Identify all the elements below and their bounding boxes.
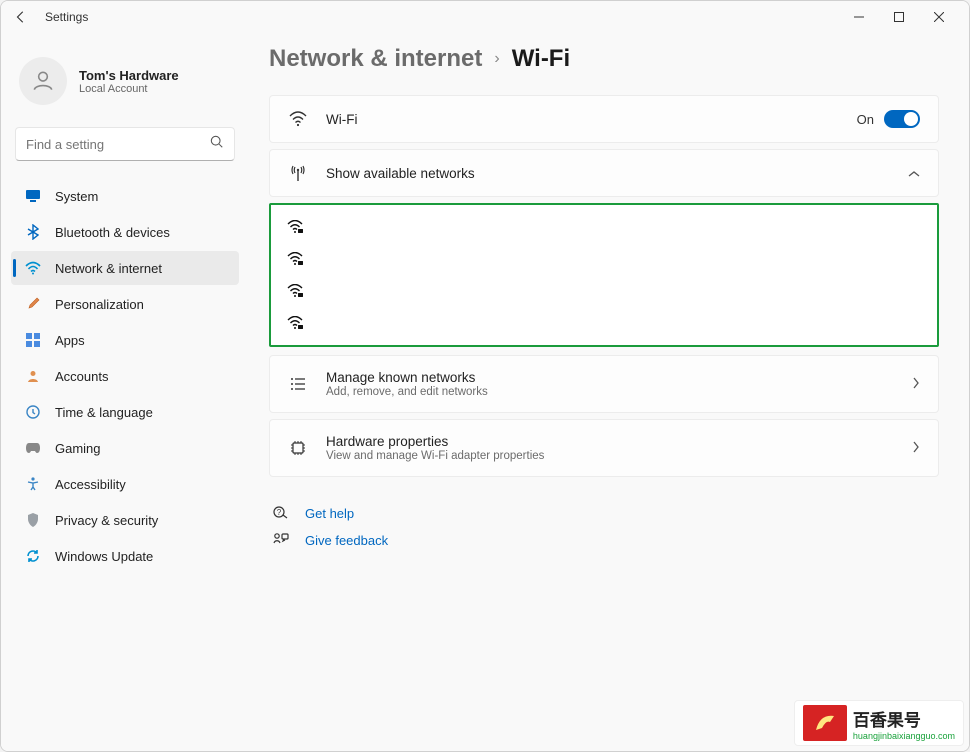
nav-label: Apps <box>55 333 85 348</box>
display-icon <box>25 188 41 204</box>
hardware-title: Hardware properties <box>326 434 894 449</box>
update-icon <box>25 548 41 564</box>
apps-icon <box>25 332 41 348</box>
watermark: 百香果号 huangjinbaixiangguo.com <box>794 700 964 746</box>
help-links: ? Get help Give feedback <box>269 505 939 549</box>
nav-label: Time & language <box>55 405 153 420</box>
network-item[interactable] <box>281 275 927 307</box>
wifi-toggle-card: Wi-Fi On <box>269 95 939 143</box>
maximize-button[interactable] <box>879 1 919 33</box>
feedback-label: Give feedback <box>305 533 388 548</box>
nav-label: Personalization <box>55 297 144 312</box>
sidebar: Tom's Hardware Local Account System Blue… <box>1 33 249 751</box>
back-button[interactable] <box>11 7 31 27</box>
feedback-link[interactable]: Give feedback <box>273 532 939 549</box>
wifi-title: Wi-Fi <box>326 112 839 127</box>
minimize-button[interactable] <box>839 1 879 33</box>
gamepad-icon <box>25 440 41 456</box>
nav-apps[interactable]: Apps <box>11 323 239 357</box>
nav-label: Privacy & security <box>55 513 158 528</box>
nav-label: Windows Update <box>55 549 153 564</box>
wifi-secure-icon <box>287 251 303 267</box>
chip-icon <box>288 440 308 456</box>
titlebar: Settings <box>1 1 969 33</box>
nav-label: Network & internet <box>55 261 162 276</box>
nav-privacy[interactable]: Privacy & security <box>11 503 239 537</box>
main-content: Network & internet › Wi-Fi Wi-Fi On Sh <box>249 33 969 751</box>
chevron-right-icon: › <box>494 50 499 68</box>
wifi-icon <box>25 260 41 276</box>
avatar <box>19 57 67 105</box>
available-networks-title: Show available networks <box>326 166 890 181</box>
accessibility-icon <box>25 476 41 492</box>
hardware-properties-card[interactable]: Hardware properties View and manage Wi-F… <box>269 419 939 477</box>
chevron-right-icon <box>912 377 920 392</box>
list-icon <box>288 377 308 391</box>
chevron-up-icon <box>908 166 920 181</box>
user-block[interactable]: Tom's Hardware Local Account <box>11 51 239 111</box>
available-networks-row[interactable]: Show available networks <box>270 150 938 196</box>
known-networks-title: Manage known networks <box>326 370 894 385</box>
feedback-icon <box>273 532 291 549</box>
antenna-icon <box>288 164 308 182</box>
nav-label: System <box>55 189 98 204</box>
known-networks-sub: Add, remove, and edit networks <box>326 386 894 398</box>
nav-time-language[interactable]: Time & language <box>11 395 239 429</box>
nav-list: System Bluetooth & devices Network & int… <box>11 179 239 573</box>
nav-bluetooth[interactable]: Bluetooth & devices <box>11 215 239 249</box>
shield-icon <box>25 512 41 528</box>
watermark-title: 百香果号 <box>853 706 955 731</box>
wifi-secure-icon <box>287 219 303 235</box>
get-help-link[interactable]: ? Get help <box>273 505 939 522</box>
network-item[interactable] <box>281 307 927 339</box>
breadcrumb-current: Wi-Fi <box>512 45 570 73</box>
wifi-toggle-row[interactable]: Wi-Fi On <box>270 96 938 142</box>
chevron-right-icon <box>912 441 920 456</box>
person-icon <box>25 368 41 384</box>
bluetooth-icon <box>25 224 41 240</box>
nav-gaming[interactable]: Gaming <box>11 431 239 465</box>
hardware-sub: View and manage Wi-Fi adapter properties <box>326 450 894 462</box>
search-box[interactable] <box>15 127 235 161</box>
nav-windows-update[interactable]: Windows Update <box>11 539 239 573</box>
wifi-secure-icon <box>287 315 303 331</box>
nav-accessibility[interactable]: Accessibility <box>11 467 239 501</box>
available-networks-card: Show available networks <box>269 149 939 197</box>
search-input[interactable] <box>26 137 210 152</box>
available-networks-list <box>269 203 939 347</box>
wifi-state-label: On <box>857 112 874 127</box>
known-networks-card[interactable]: Manage known networks Add, remove, and e… <box>269 355 939 413</box>
window-controls <box>839 1 959 33</box>
get-help-label: Get help <box>305 506 354 521</box>
nav-accounts[interactable]: Accounts <box>11 359 239 393</box>
close-button[interactable] <box>919 1 959 33</box>
nav-system[interactable]: System <box>11 179 239 213</box>
breadcrumb: Network & internet › Wi-Fi <box>269 45 939 73</box>
brush-icon <box>25 296 41 312</box>
window-title: Settings <box>45 10 88 24</box>
nav-network[interactable]: Network & internet <box>11 251 239 285</box>
breadcrumb-parent[interactable]: Network & internet <box>269 45 482 73</box>
wifi-icon <box>288 111 308 127</box>
network-item[interactable] <box>281 243 927 275</box>
nav-label: Accounts <box>55 369 108 384</box>
wifi-secure-icon <box>287 283 303 299</box>
network-item[interactable] <box>281 211 927 243</box>
user-account-type: Local Account <box>79 83 179 95</box>
svg-text:?: ? <box>277 508 282 517</box>
clock-icon <box>25 404 41 420</box>
nav-label: Accessibility <box>55 477 126 492</box>
watermark-logo <box>803 705 847 741</box>
settings-window: Settings Tom's Hardware Local Account <box>0 0 970 752</box>
search-icon <box>210 135 224 154</box>
user-name: Tom's Hardware <box>79 68 179 83</box>
wifi-toggle[interactable] <box>884 110 920 128</box>
help-icon: ? <box>273 505 291 522</box>
nav-label: Gaming <box>55 441 101 456</box>
watermark-url: huangjinbaixiangguo.com <box>853 731 955 741</box>
nav-personalization[interactable]: Personalization <box>11 287 239 321</box>
nav-label: Bluetooth & devices <box>55 225 170 240</box>
